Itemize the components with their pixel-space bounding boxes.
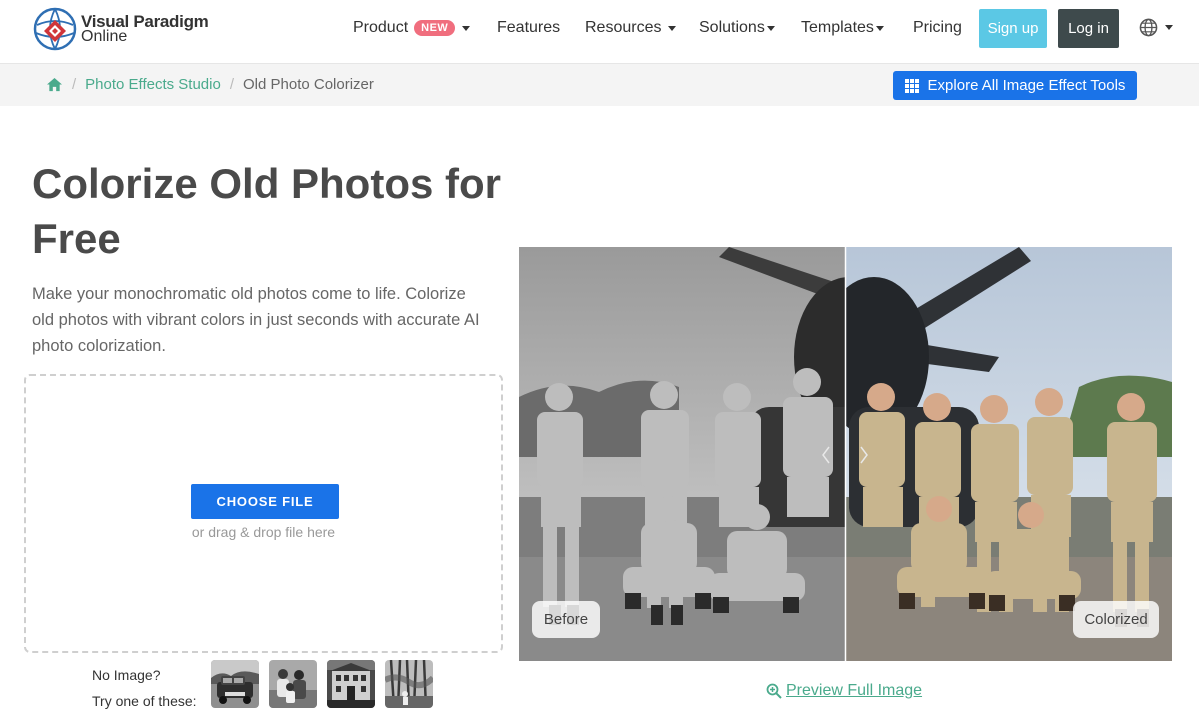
logo-globe-icon xyxy=(33,7,77,51)
nav-features[interactable]: Features xyxy=(497,19,560,37)
breadcrumb-bar: / Photo Effects Studio / Old Photo Color… xyxy=(0,64,1199,106)
sample-thumbnail-car[interactable] xyxy=(211,660,259,708)
sample-images-label: No Image? Try one of these: xyxy=(92,662,197,714)
nav-product-label: Product xyxy=(353,19,409,36)
signup-button[interactable]: Sign up xyxy=(979,9,1047,48)
comparison-image xyxy=(519,247,1172,661)
nav-templates[interactable]: Templates xyxy=(801,19,884,37)
brand-logo[interactable]: Visual Paradigm Online xyxy=(33,6,223,52)
drag-drop-hint: or drag & drop file here xyxy=(191,524,336,540)
caret-down-icon xyxy=(668,25,677,31)
nav-features-label: Features xyxy=(497,19,561,36)
no-image-text: No Image? xyxy=(92,667,161,683)
breadcrumb-photo-effects-studio[interactable]: Photo Effects Studio xyxy=(85,76,221,93)
brand-subname: Online xyxy=(81,28,128,45)
globe-icon xyxy=(1139,18,1158,37)
before-after-comparison[interactable]: Before Colorized xyxy=(519,247,1172,661)
choose-file-button[interactable]: CHOOSE FILE xyxy=(191,484,339,519)
breadcrumb-separator: / xyxy=(229,76,234,93)
preview-full-image-link[interactable]: Preview Full Image xyxy=(766,682,922,700)
file-dropzone[interactable]: CHOOSE FILE or drag & drop file here xyxy=(24,374,503,653)
sample-car-image xyxy=(211,660,259,708)
brand-name: Visual Paradigm xyxy=(81,12,209,31)
login-button[interactable]: Log in xyxy=(1058,9,1119,48)
home-icon[interactable] xyxy=(46,77,63,92)
nav-resources[interactable]: Resources xyxy=(585,19,677,37)
explore-tools-button[interactable]: Explore All Image Effect Tools xyxy=(893,71,1137,100)
breadcrumb-current-page: Old Photo Colorizer xyxy=(243,76,374,93)
grid-icon xyxy=(904,78,919,93)
preview-full-image-label: Preview Full Image xyxy=(786,682,923,699)
language-selector[interactable] xyxy=(1139,18,1173,37)
sample-forest-image xyxy=(385,660,433,708)
sample-family-image xyxy=(269,660,317,708)
nav-solutions[interactable]: Solutions xyxy=(699,19,775,37)
caret-down-icon xyxy=(766,25,775,31)
sample-thumbnail-family[interactable] xyxy=(269,660,317,708)
colorized-label: Colorized xyxy=(1073,601,1159,638)
nav-pricing-label: Pricing xyxy=(913,19,962,36)
caret-down-icon xyxy=(462,25,471,31)
nav-resources-label: Resources xyxy=(585,19,662,36)
sample-thumbnail-building[interactable] xyxy=(327,660,375,708)
sample-thumbnail-forest[interactable] xyxy=(385,660,433,708)
nav-templates-label: Templates xyxy=(801,19,874,36)
explore-tools-label: Explore All Image Effect Tools xyxy=(927,77,1126,94)
caret-down-icon xyxy=(875,25,884,31)
top-navbar: Visual Paradigm Online Product NEW Featu… xyxy=(0,0,1199,64)
page-title: Colorize Old Photos for Free xyxy=(32,160,501,262)
nav-product[interactable]: Product NEW xyxy=(353,19,471,37)
caret-down-icon xyxy=(1165,25,1173,30)
try-these-text: Try one of these: xyxy=(92,693,197,709)
zoom-in-icon xyxy=(766,683,782,699)
new-badge: NEW xyxy=(414,20,456,36)
before-label: Before xyxy=(532,601,600,638)
breadcrumb: / Photo Effects Studio / Old Photo Color… xyxy=(46,76,374,93)
nav-solutions-label: Solutions xyxy=(699,19,765,36)
page-description: Make your monochromatic old photos come … xyxy=(32,285,480,355)
nav-pricing[interactable]: Pricing xyxy=(913,19,962,37)
breadcrumb-separator: / xyxy=(72,76,77,93)
sample-building-image xyxy=(327,660,375,708)
